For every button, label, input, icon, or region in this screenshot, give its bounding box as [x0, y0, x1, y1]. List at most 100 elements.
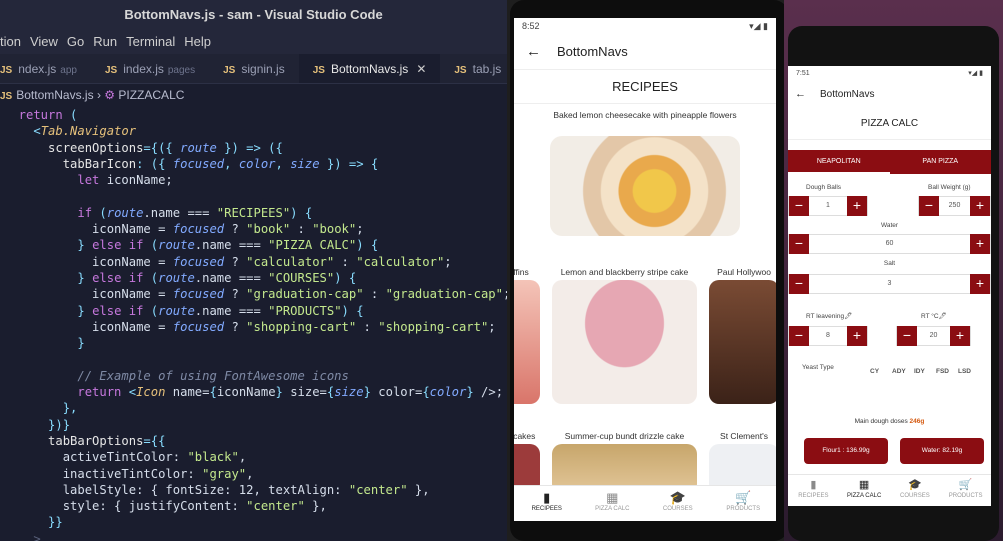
water-stepper: − 60 + [788, 234, 991, 254]
ball-weight-value[interactable]: 250 [939, 197, 970, 215]
tab-courses[interactable]: 🎓 COURSES [645, 490, 711, 521]
code-line: } else if (route.name === "COURSES") { [4, 270, 507, 286]
plus-button[interactable]: + [970, 274, 990, 294]
featured-recipe[interactable]: Baked lemon cheesecake with pineapple fl… [514, 104, 776, 236]
code-token: ={{ [143, 433, 166, 448]
code-token: < [4, 124, 41, 139]
tab-courses[interactable]: 🎓 COURSES [890, 477, 941, 506]
js-file-icon: JS [0, 91, 13, 102]
recipe-caption: ffins [514, 267, 529, 277]
yeast-option[interactable]: CY [870, 368, 879, 375]
code-token: "calculator" [246, 254, 335, 269]
menu-item[interactable]: Help [184, 34, 211, 49]
flour-button[interactable]: Flour1 : 136.99g [804, 438, 888, 464]
rt-leavening-value[interactable]: 8 [809, 327, 847, 345]
rt-c-value[interactable]: 20 [917, 327, 950, 345]
code-line: iconName = focused ? "shopping-cart" : "… [4, 319, 507, 335]
code-token: ; [503, 287, 507, 301]
code-line: iconName = focused ? "graduation-cap" : … [4, 286, 507, 302]
code-token: ) { [334, 270, 357, 285]
code-token: }, [304, 499, 327, 514]
code-token: ; [356, 222, 364, 237]
tab-pan-pizza[interactable]: PAN PIZZA [890, 150, 992, 174]
menu-item[interactable]: View [30, 34, 58, 49]
plus-button[interactable]: + [970, 196, 990, 216]
tab-products[interactable]: 🛒 PRODUCTS [940, 477, 991, 506]
tab-filename: index.js [123, 62, 164, 76]
tab-pizza-calc[interactable]: ▦ PIZZA CALC [580, 490, 646, 521]
tab-pizza-calc[interactable]: ▦ PIZZA CALC [839, 477, 890, 506]
screen-title: PIZZA CALC [788, 108, 991, 140]
breadcrumb-symbol[interactable]: PIZZACALC [118, 88, 184, 102]
recipe-card[interactable]: Lemon and blackberry stripe cake [552, 264, 697, 404]
tab-recipees[interactable]: ▮ RECIPEES [788, 477, 839, 506]
plus-button[interactable]: + [847, 196, 867, 216]
code-token: "PRODUCTS" [268, 303, 342, 318]
breadcrumb-file[interactable]: BottomNavs.js [16, 88, 93, 102]
close-icon[interactable]: ✕ [416, 62, 426, 76]
code-token: iconName [216, 385, 276, 400]
code-token: labelStyle: { fontSize: 12, textAlign: [4, 482, 349, 497]
recipe-image [514, 280, 540, 404]
back-arrow-icon[interactable]: ← [526, 43, 541, 60]
code-token: route [106, 205, 144, 220]
dough-balls-label: Dough Balls [806, 184, 842, 191]
plus-button[interactable]: + [970, 234, 990, 254]
minus-button[interactable]: − [789, 234, 809, 254]
code-token: iconName = [4, 319, 173, 334]
menu-item[interactable]: Run [93, 34, 117, 49]
editor-tab[interactable]: JS tab.js [440, 54, 507, 83]
minus-button[interactable]: − [789, 326, 809, 346]
code-token: , [224, 156, 239, 171]
tab-recipees[interactable]: ▮ RECIPEES [514, 490, 580, 521]
editor-tab[interactable]: JS signin.js [209, 54, 299, 83]
code-line: } else if (route.name === "PIZZA CALC") … [4, 237, 507, 253]
yeast-option[interactable]: ADY [892, 368, 906, 375]
code-token: ( [99, 205, 107, 220]
water-button[interactable]: Water: 82.19g [900, 438, 984, 464]
cheesecake-image [550, 136, 740, 236]
editor-tab[interactable]: JS BottomNavs.js ✕ [298, 54, 441, 83]
code-token: focused [172, 222, 225, 237]
code-editor[interactable]: return ( <Tab.Navigator screenOptions={(… [0, 106, 507, 541]
tab-label: PRODUCTS [726, 506, 761, 512]
plus-button[interactable]: + [847, 326, 867, 346]
editor-tab[interactable]: JS index.js pages [90, 54, 210, 83]
menu-item[interactable]: Terminal [126, 34, 175, 49]
breadcrumb: JS BottomNavs.js › ⚙ PIZZACALC [0, 84, 507, 106]
recipe-card[interactable]: ffins [514, 264, 540, 404]
back-arrow-icon[interactable]: ← [795, 88, 806, 100]
code-line: // Example of using FontAwesome icons [4, 368, 507, 384]
menu-item[interactable]: tion [0, 34, 21, 49]
code-token: ( [150, 238, 159, 253]
code-token: size [290, 156, 320, 171]
minus-button[interactable]: − [789, 196, 809, 216]
minus-button[interactable]: − [789, 274, 809, 294]
yeast-option[interactable]: LSD [958, 368, 971, 375]
code-token: ( [150, 303, 159, 318]
minus-button[interactable]: − [897, 326, 917, 346]
code-line: iconName = focused ? "book" : "book"; [4, 221, 507, 237]
tab-products[interactable]: 🛒 PRODUCTS [711, 490, 777, 521]
tab-filename: signin.js [241, 62, 285, 76]
code-token: , [246, 466, 254, 481]
code-token: : [356, 319, 379, 334]
tab-neapolitan[interactable]: NEAPOLITAN [788, 150, 890, 174]
tab-label: RECIPEES [798, 493, 829, 499]
yeast-option[interactable]: IDY [914, 368, 925, 375]
plus-button[interactable]: + [950, 326, 970, 346]
water-value[interactable]: 60 [809, 235, 970, 253]
minus-button[interactable]: − [919, 196, 939, 216]
book-icon: ▮ [810, 479, 817, 491]
menu-item[interactable]: Go [67, 34, 84, 49]
featured-caption: Baked lemon cheesecake with pineapple fl… [553, 110, 737, 120]
code-token: color [238, 156, 276, 171]
salt-value[interactable]: 3 [809, 275, 970, 293]
dough-balls-value[interactable]: 1 [809, 197, 847, 215]
yeast-option[interactable]: FSD [936, 368, 949, 375]
tab-label: PIZZA CALC [846, 493, 882, 499]
code-line: } else if (route.name === "PRODUCTS") { [4, 303, 507, 319]
code-token: > [4, 531, 41, 541]
editor-tab[interactable]: JS ndex.js app [0, 54, 91, 83]
recipe-card[interactable]: Paul Hollywoo [709, 264, 776, 404]
